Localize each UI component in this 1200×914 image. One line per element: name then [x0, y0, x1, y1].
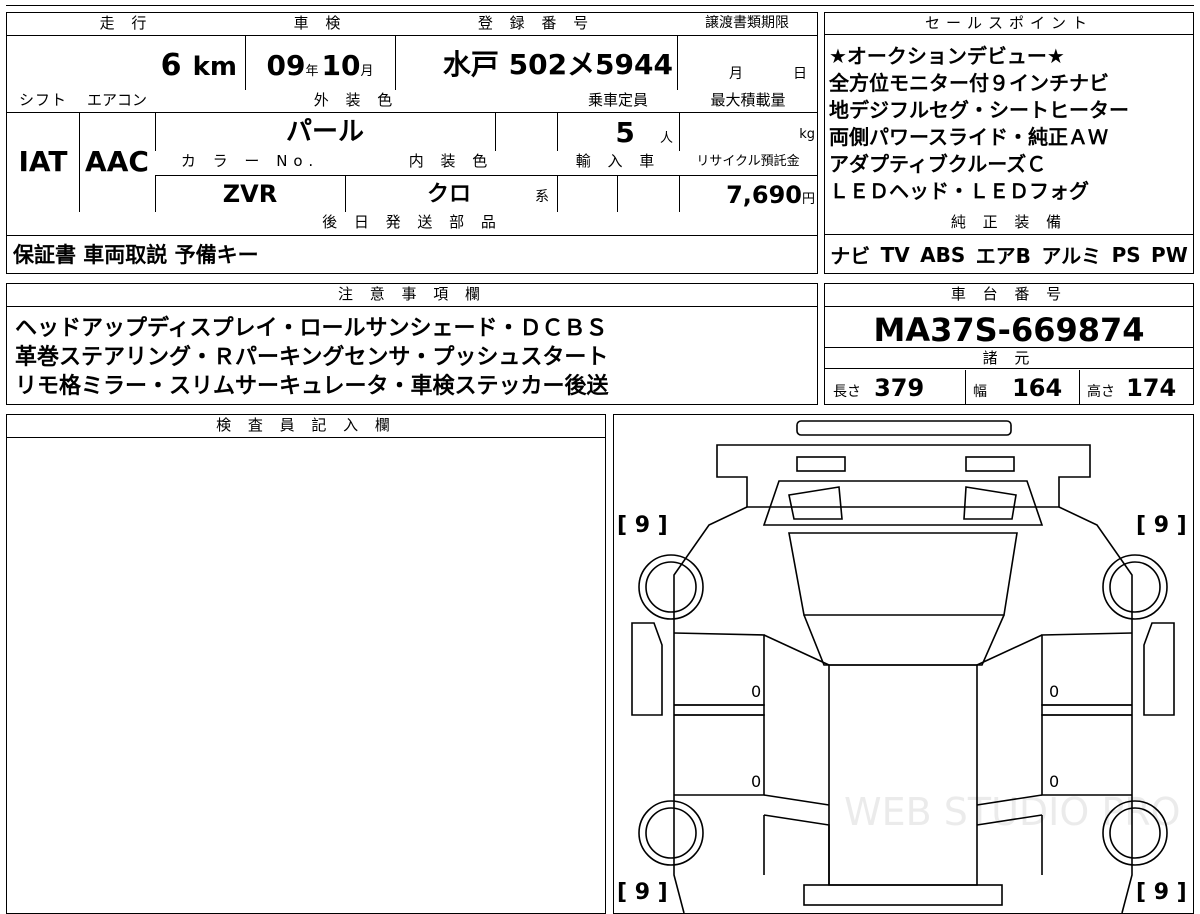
equipment-item: ナビ — [830, 244, 871, 268]
max-load-header: 最大積載量 — [679, 90, 817, 112]
panel-mark: 0 — [1049, 772, 1059, 791]
specs-header: 諸 元 — [825, 347, 1193, 369]
note-line: 革巻ステアリング・Ｒパーキングセンサ・プッシュスタート — [15, 345, 609, 370]
mileage-number: 6 — [160, 48, 182, 83]
car-diagram-panel: [ 9 ] [ 9 ] [ 9 ] [ 9 ] 0 0 0 0 WEB STUD… — [613, 414, 1194, 914]
width-label: 幅 — [973, 384, 987, 400]
mileage-value: 6 km — [7, 35, 245, 90]
width-value: 164 — [1012, 374, 1063, 402]
recycle-header: リサイクル預託金 — [679, 151, 817, 175]
capacity-number: 5 — [615, 116, 635, 149]
mileage-header: 走 行 — [7, 13, 245, 35]
tire-mark-rear-right: [ 9 ] — [1136, 880, 1187, 905]
aircon-value: AAC — [85, 145, 149, 178]
recycle-value: 7,690円 — [679, 175, 817, 212]
shaken-header: 車 検 — [245, 13, 395, 35]
max-load-value: kg — [679, 112, 817, 151]
sales-points-panel: セールスポイント ★オークションデビュー★ 全方位モニター付９インチナビ 地デジ… — [824, 12, 1194, 274]
height-label: 高さ — [1087, 384, 1115, 400]
chassis-header: 車 台 番 号 — [825, 284, 1193, 307]
capacity-value: 5 人 — [557, 112, 679, 151]
tire-mark-rear-left: [ 9 ] — [617, 880, 668, 905]
tire-mark-front-right: [ 9 ] — [1136, 513, 1187, 538]
spec-height: 高さ 174 — [1087, 370, 1191, 404]
exterior-color-header: 外 装 色 — [155, 90, 557, 112]
import-header: 輸 入 車 — [557, 151, 679, 175]
genuine-equipment-list: ナビ TV ABS エアB アルミ PS PW — [825, 236, 1193, 273]
panel-mark: 0 — [751, 772, 761, 791]
shaken-year: 09 — [266, 49, 306, 82]
genuine-equipment-header: 純 正 装 備 — [825, 212, 1193, 235]
length-value: 379 — [874, 374, 925, 402]
chassis-number: MA37S-669874 — [873, 311, 1145, 349]
capacity-header: 乗車定員 — [557, 90, 679, 112]
registration-value: 水戸 502メ5944 — [442, 48, 673, 81]
shaken-month-unit: 月 — [360, 64, 374, 79]
sales-point-line: ＬＥＤヘッド・ＬＥＤフォグ — [829, 179, 1089, 203]
color-no-value: ZVR — [222, 180, 278, 208]
mileage-unit: km — [192, 52, 237, 82]
sales-point-line: アダプティブクルーズＣ — [829, 152, 1047, 176]
inspector-panel: 検 査 員 記 入 欄 — [6, 414, 606, 914]
shaken-month: 10 — [321, 49, 361, 82]
notes-lines: ヘッドアップディスプレイ・ロールサンシェード・ＤＣＢＳ 革巻ステアリング・Ｒパー… — [15, 314, 815, 401]
transfer-deadline-header: 譲渡書類期限 — [677, 13, 817, 35]
shift-value: IAT — [18, 145, 68, 178]
tire-mark-front-left: [ 9 ] — [617, 513, 668, 538]
aircon-header: エアコン — [79, 90, 155, 112]
sales-points-header: セールスポイント — [825, 13, 1193, 35]
sales-point-line: 地デジフルセグ・シートヒーター — [829, 98, 1129, 122]
length-label: 長さ — [833, 384, 861, 400]
notes-panel: 注 意 事 項 欄 ヘッドアップディスプレイ・ロールサンシェード・ＤＣＢＳ 革巻… — [6, 283, 818, 405]
capacity-unit: 人 — [659, 131, 673, 146]
recycle-unit: 円 — [801, 192, 815, 207]
vehicle-info-grid: 走 行 車 検 登 録 番 号 譲渡書類期限 6 km 09年 10月 水戸 50… — [6, 12, 818, 274]
sales-point-line: ★オークションデビュー★ — [829, 44, 1065, 68]
interior-color-text: クロ — [427, 182, 472, 207]
equipment-item: PS — [1111, 242, 1141, 267]
shift-header: シフト — [7, 90, 79, 112]
recycle-amount: 7,690 — [726, 181, 802, 209]
interior-color-suffix: 系 — [535, 189, 549, 205]
panel-mark: 0 — [751, 682, 761, 701]
notes-header: 注 意 事 項 欄 — [7, 284, 817, 307]
panel-mark: 0 — [1049, 682, 1059, 701]
transfer-deadline-value: 月 日 — [677, 35, 817, 90]
inspector-header: 検 査 員 記 入 欄 — [7, 415, 605, 438]
chassis-panel: 車 台 番 号 MA37S-669874 諸 元 長さ 379 幅 164 高さ… — [824, 283, 1194, 405]
later-parts-header: 後 日 発 送 部 品 — [7, 212, 817, 235]
interior-color-header: 内 装 色 — [345, 151, 557, 175]
equipment-item: PW — [1151, 242, 1188, 267]
height-value: 174 — [1126, 374, 1177, 402]
shaken-value: 09年 10月 — [245, 35, 395, 90]
later-parts-value: 保証書 車両取説 予備キー — [13, 243, 259, 267]
equipment-item: TV — [880, 242, 910, 267]
sales-point-line: 全方位モニター付９インチナビ — [829, 71, 1109, 95]
spec-length: 長さ 379 — [833, 370, 963, 404]
exterior-color-value: パール — [285, 117, 364, 147]
registration-header: 登 録 番 号 — [395, 13, 677, 35]
top-strip — [6, 0, 1194, 6]
equipment-item: エアB — [975, 244, 1031, 268]
watermark: WEB STUDIO PRO — [844, 790, 1181, 834]
spec-width: 幅 164 — [973, 370, 1077, 404]
shaken-year-unit: 年 — [305, 64, 319, 79]
car-diagram: [ 9 ] [ 9 ] [ 9 ] [ 9 ] 0 0 0 0 WEB STUD… — [617, 420, 1187, 913]
note-line: リモ格ミラー・スリムサーキュレータ・車検ステッカー後送 — [15, 374, 609, 399]
equipment-item: ABS — [920, 242, 966, 267]
note-line: ヘッドアップディスプレイ・ロールサンシェード・ＤＣＢＳ — [15, 316, 608, 341]
equipment-item: アルミ — [1041, 244, 1102, 268]
interior-color-value: クロ 系 — [345, 175, 557, 212]
max-load-unit: kg — [799, 127, 815, 142]
color-no-header: カ ラ ー No. — [155, 151, 345, 175]
sales-points-lines: ★オークションデビュー★ 全方位モニター付９インチナビ 地デジフルセグ・シートヒ… — [829, 43, 1189, 205]
sales-point-line: 両側パワースライド・純正ＡＷ — [829, 125, 1108, 149]
